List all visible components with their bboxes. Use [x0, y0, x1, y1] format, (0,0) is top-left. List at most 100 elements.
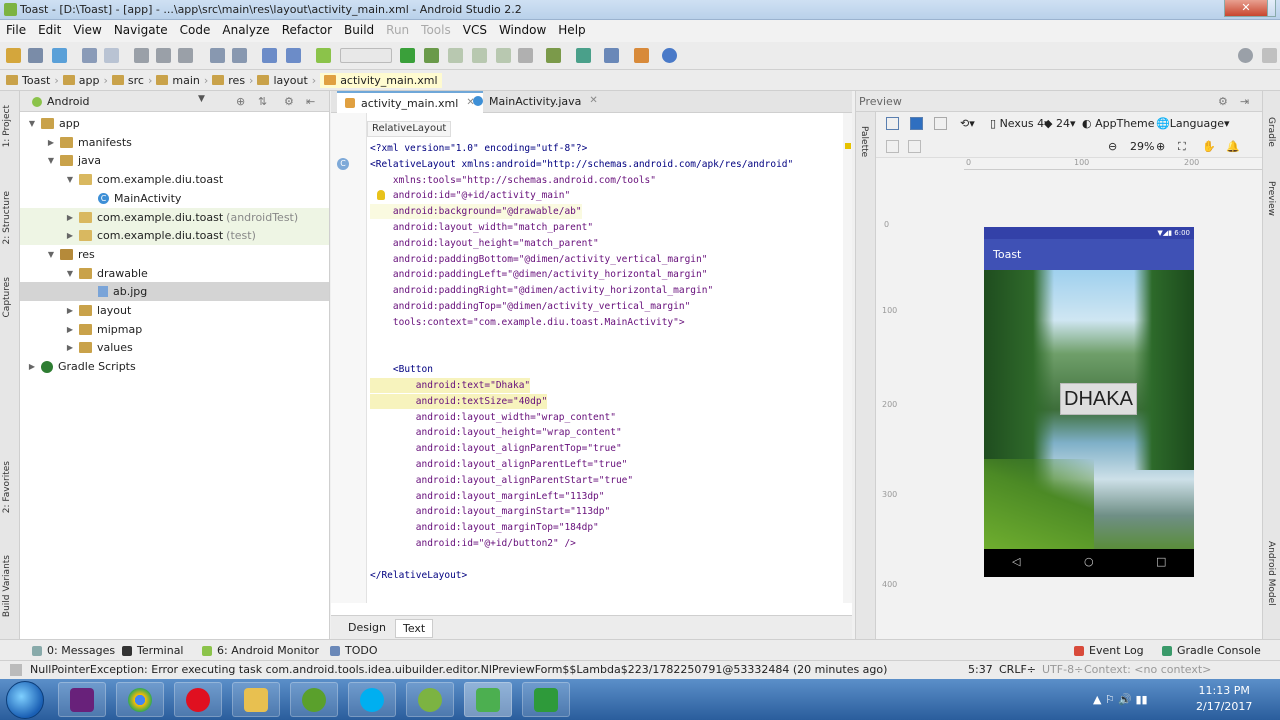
tree-item[interactable]: ▶ manifests — [20, 133, 329, 152]
taskbar-camtasia[interactable] — [522, 682, 570, 717]
collapsed-arrow-icon[interactable]: ▶ — [26, 362, 38, 371]
tree-item[interactable]: ▶ com.example.diu.toast (test) — [20, 226, 329, 246]
taskbar-visual-studio[interactable] — [58, 682, 106, 717]
menu-view[interactable]: View — [67, 20, 107, 42]
file-encoding[interactable]: UTF-8÷ — [1042, 663, 1083, 676]
taskbar-skype[interactable] — [348, 682, 396, 717]
toggle-tool-windows-icon[interactable] — [10, 664, 22, 676]
tree-item[interactable]: ▶ mipmap — [20, 320, 329, 339]
expanded-arrow-icon[interactable]: ▼ — [64, 269, 76, 278]
crumb-res[interactable]: res › — [212, 74, 253, 87]
tree-item[interactable]: ▼ app — [20, 114, 329, 133]
code-line[interactable]: <?xml version="1.0" encoding="utf-8"?> — [370, 141, 587, 156]
tool-tab-build-variants[interactable]: Build Variants — [2, 555, 12, 617]
sdk-manager-icon[interactable] — [634, 48, 649, 63]
tree-item[interactable]: ▼ drawable — [20, 264, 329, 283]
tool-tab-gradle-console[interactable]: Gradle Console — [1162, 644, 1261, 657]
close-tab-icon[interactable]: ✕ — [589, 95, 597, 106]
refresh-icon[interactable] — [886, 140, 902, 153]
crumb-activity-main[interactable]: activity_main.xml — [320, 72, 442, 88]
code-line[interactable]: android:paddingBottom="@dimen/activity_v… — [370, 252, 708, 267]
taskbar-android-sdk[interactable] — [406, 682, 454, 717]
tool-tab-project[interactable]: 1: Project — [2, 105, 12, 147]
expanded-arrow-icon[interactable]: ▼ — [26, 119, 38, 128]
taskbar-explorer[interactable] — [232, 682, 280, 717]
tool-tab-android-monitor[interactable]: 6: Android Monitor — [202, 644, 319, 657]
paste-icon[interactable] — [178, 48, 193, 63]
expanded-arrow-icon[interactable]: ▼ — [45, 156, 57, 165]
code-line[interactable]: android:layout_marginTop="184dp" — [370, 520, 599, 535]
help-icon[interactable] — [662, 48, 677, 63]
rerun-icon[interactable] — [496, 48, 511, 63]
debug-icon[interactable] — [424, 48, 439, 63]
code-line[interactable]: <Button — [370, 362, 433, 377]
crumb-src[interactable]: src › — [111, 74, 152, 87]
layout-icon[interactable] — [886, 117, 902, 130]
palette-tab[interactable]: Palette — [859, 126, 869, 157]
gear-icon[interactable]: ⚙ — [1218, 95, 1228, 108]
code-line[interactable]: android:id="@+id/button2" /> — [370, 536, 576, 551]
menu-vcs[interactable]: VCS — [457, 20, 493, 42]
menu-window[interactable]: Window — [493, 20, 552, 42]
code-line[interactable]: tools:context="com.example.diu.toast.Mai… — [370, 315, 685, 330]
tool-tab-preview[interactable]: Preview — [1266, 181, 1276, 216]
redo-icon[interactable] — [104, 48, 119, 63]
code-line[interactable]: android:layout_height="wrap_content" — [370, 425, 622, 440]
tree-item[interactable]: ▶ Gradle Scripts — [20, 357, 329, 376]
code-line[interactable]: android:layout_alignParentStart="true" — [370, 473, 633, 488]
tab-mainactivity-java[interactable]: MainActivity.java ✕ — [465, 91, 606, 113]
crumb-layout[interactable]: layout › — [257, 74, 316, 87]
collapsed-arrow-icon[interactable]: ▶ — [64, 231, 76, 240]
expand-icon[interactable] — [1262, 48, 1277, 63]
scroll-from-source-icon[interactable]: ⊕ — [236, 95, 245, 108]
code-line[interactable]: android:layout_width="match_parent" — [370, 220, 593, 235]
search-icon[interactable] — [1238, 48, 1253, 63]
forward-icon[interactable] — [286, 48, 301, 63]
tree-item[interactable]: ab.jpg — [20, 282, 329, 302]
orientation-icon[interactable]: ⟲▾ — [960, 117, 975, 130]
tool-tab-terminal[interactable]: Terminal — [122, 644, 184, 657]
tool-tab-structure[interactable]: 2: Structure — [2, 191, 12, 245]
tool-tab-captures[interactable]: Captures — [2, 277, 12, 317]
tab-activity-main-xml[interactable]: activity_main.xml ✕ — [337, 91, 483, 113]
split-view-icon[interactable] — [934, 117, 950, 130]
editor-scrollbar[interactable] — [843, 113, 852, 603]
crumb-app[interactable]: app › — [62, 74, 108, 87]
tool-tab-messages[interactable]: 0: Messages — [32, 644, 115, 657]
expanded-arrow-icon[interactable]: ▼ — [45, 250, 57, 259]
attach-debugger-icon[interactable] — [448, 48, 463, 63]
code-line[interactable]: android:background="@drawable/ab" — [370, 204, 582, 220]
dhaka-button[interactable]: DHAKA — [1060, 383, 1137, 415]
menu-navigate[interactable]: Navigate — [108, 20, 174, 42]
taskbar-utorrent[interactable] — [290, 682, 338, 717]
start-button[interactable] — [6, 681, 44, 719]
collapsed-arrow-icon[interactable]: ▶ — [64, 325, 76, 334]
collapse-all-icon[interactable]: ⇅ — [258, 95, 267, 108]
gear-icon[interactable]: ⚙ — [284, 95, 294, 108]
status-message[interactable]: NullPointerException: Error executing ta… — [30, 663, 887, 676]
code-line[interactable]: android:textSize="40dp" — [370, 393, 548, 409]
tree-item[interactable]: ▼ res — [20, 245, 329, 264]
make-project-icon[interactable] — [316, 48, 331, 63]
taskbar-chrome[interactable] — [116, 682, 164, 717]
tool-tab-gradle[interactable]: Gradle — [1266, 117, 1276, 147]
undo-icon[interactable] — [82, 48, 97, 63]
tree-item[interactable]: ▼ com.example.diu.toast — [20, 170, 329, 189]
cut-icon[interactable] — [134, 48, 149, 63]
code-line[interactable]: android:layout_marginLeft="113dp" — [370, 489, 605, 504]
back-icon[interactable] — [262, 48, 277, 63]
menu-refactor[interactable]: Refactor — [276, 20, 338, 42]
crumb-toast[interactable]: Toast › — [6, 74, 59, 87]
code-line[interactable]: android:layout_width="wrap_content" — [370, 410, 616, 425]
bell-icon[interactable]: 🔔 — [1226, 140, 1240, 153]
menu-tools[interactable]: Tools — [415, 20, 457, 42]
code-line[interactable]: android:layout_alignParentTop="true" — [370, 441, 622, 456]
pan-hand-icon[interactable]: ✋ — [1202, 140, 1216, 153]
menu-build[interactable]: Build — [338, 20, 380, 42]
code-line[interactable]: android:paddingLeft="@dimen/activity_hor… — [370, 267, 708, 282]
tool-tab-event-log[interactable]: Event Log — [1074, 644, 1144, 657]
clock[interactable]: 11:13 PM 2/17/2017 — [1196, 683, 1252, 715]
find-icon[interactable] — [210, 48, 225, 63]
code-line[interactable]: android:text="Dhaka" — [370, 378, 531, 393]
open-icon[interactable] — [6, 48, 21, 63]
